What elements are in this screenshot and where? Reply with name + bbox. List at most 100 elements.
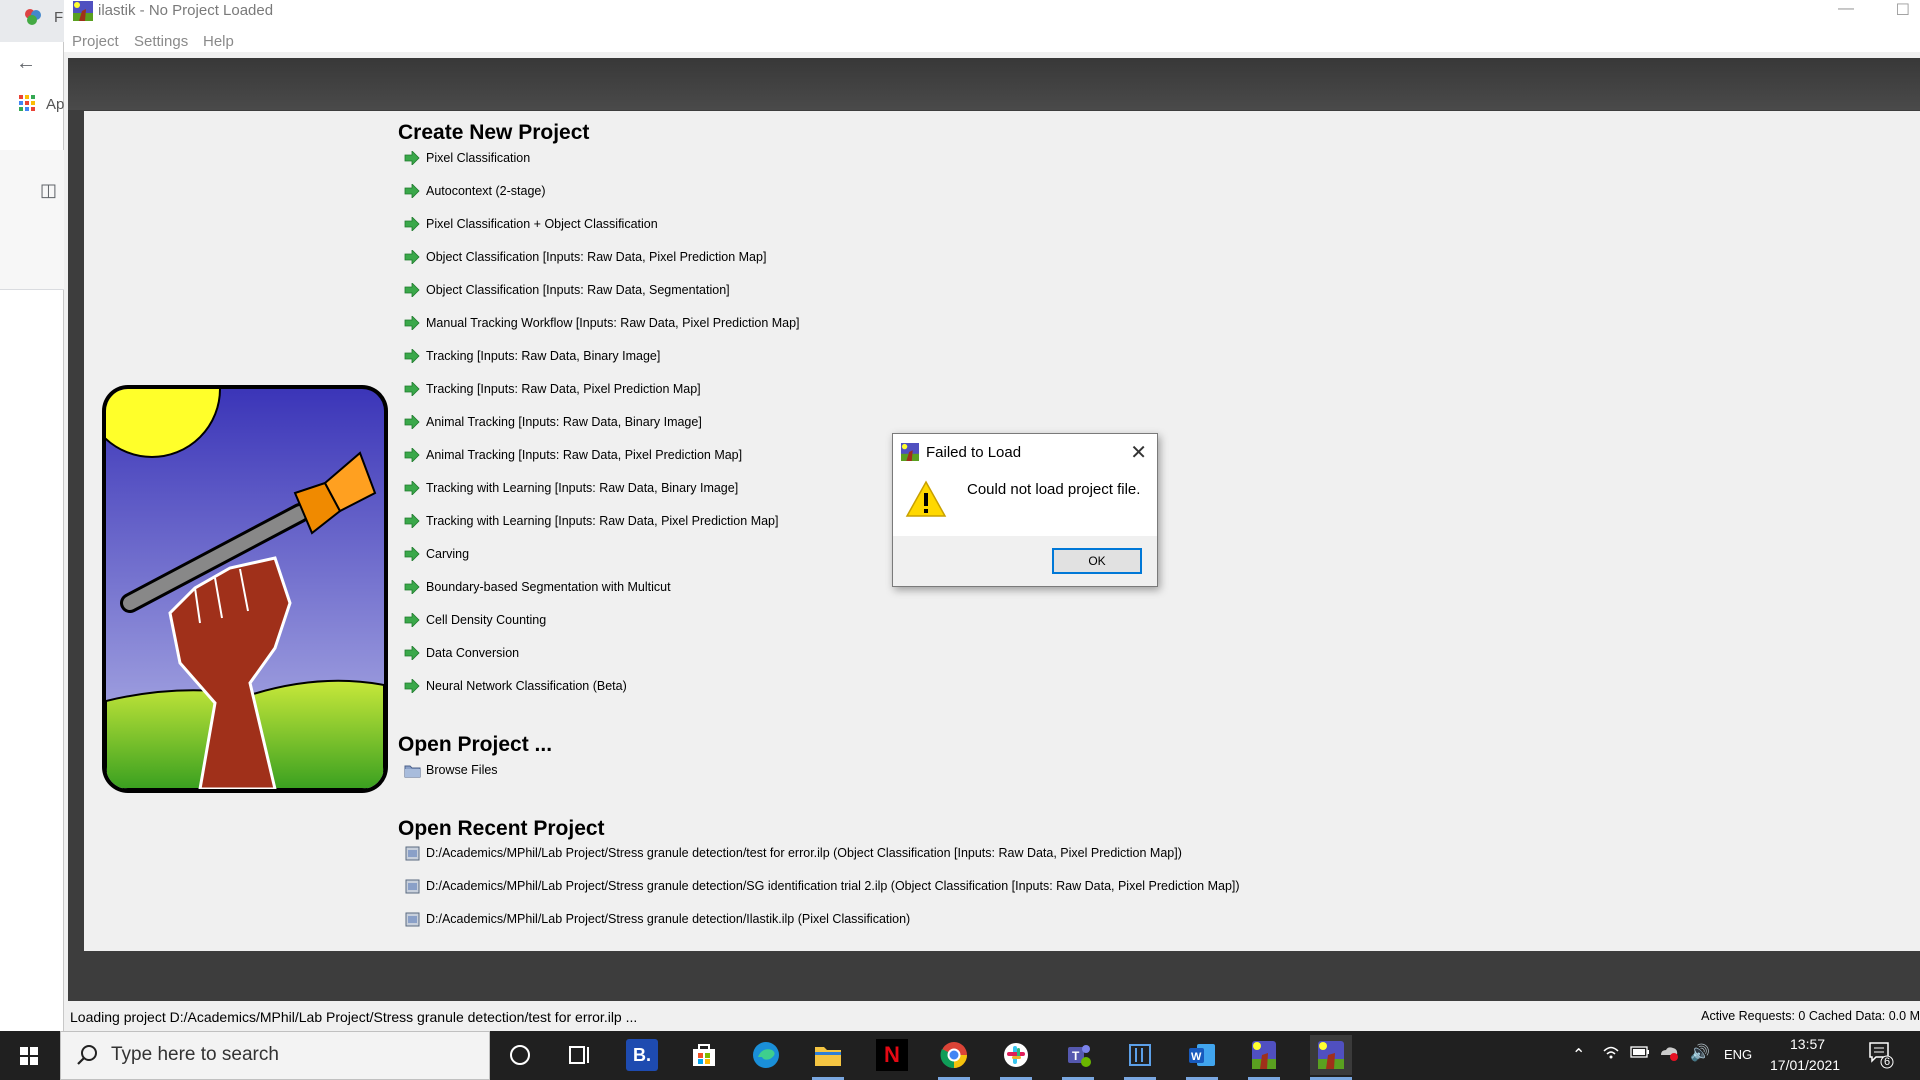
- workflow-item[interactable]: Animal Tracking [Inputs: Raw Data, Pixel…: [404, 446, 742, 464]
- browser-side-panel: [0, 150, 64, 290]
- workflow-label: Autocontext (2-stage): [426, 184, 546, 198]
- slack-icon[interactable]: [1000, 1039, 1032, 1071]
- workflow-label: Tracking with Learning [Inputs: Raw Data…: [426, 481, 739, 495]
- minimize-icon[interactable]: —: [1838, 0, 1854, 18]
- workflow-label: Tracking with Learning [Inputs: Raw Data…: [426, 514, 779, 528]
- background-browser: F ← Ap ◫: [0, 0, 64, 1031]
- recent-project-item[interactable]: D:/Academics/MPhil/Lab Project/Stress gr…: [404, 910, 910, 928]
- green-arrow-icon: [404, 283, 420, 297]
- project-file-icon: [405, 846, 420, 860]
- ok-button[interactable]: OK: [1052, 548, 1142, 574]
- workflow-item[interactable]: Tracking with Learning [Inputs: Raw Data…: [404, 479, 738, 497]
- volume-icon[interactable]: 🔊: [1690, 1043, 1710, 1063]
- windows-start-icon[interactable]: [0, 1031, 60, 1080]
- workflow-label: Animal Tracking [Inputs: Raw Data, Binar…: [426, 415, 702, 429]
- dialog-body: Could not load project file.: [893, 468, 1157, 536]
- wifi-icon[interactable]: [1602, 1043, 1620, 1064]
- workflow-item[interactable]: Pixel Classification + Object Classifica…: [404, 215, 658, 233]
- ilastik-taskbar-icon[interactable]: [1248, 1039, 1280, 1071]
- status-message: Loading project D:/Academics/MPhil/Lab P…: [70, 1009, 638, 1025]
- green-arrow-icon: [404, 184, 420, 198]
- recent-project-label: D:/Academics/MPhil/Lab Project/Stress gr…: [426, 846, 1182, 860]
- taskbar: Type here to search B. N T W ⌃ 🔊 ENG 13:…: [0, 1031, 1920, 1080]
- dialog-title: Failed to Load: [926, 444, 1022, 461]
- search-placeholder: Type here to search: [111, 1044, 279, 1065]
- show-hidden-icons-chevron-icon[interactable]: ⌃: [1572, 1045, 1585, 1065]
- browser-favicon-icon[interactable]: [24, 8, 42, 31]
- maximize-icon[interactable]: ☐: [1896, 0, 1910, 20]
- ilastik-app-icon: [901, 443, 919, 461]
- workflow-item[interactable]: Tracking [Inputs: Raw Data, Pixel Predic…: [404, 380, 701, 398]
- workflow-label: Cell Density Counting: [426, 613, 547, 627]
- recent-project-label: D:/Academics/MPhil/Lab Project/Stress gr…: [426, 879, 1240, 893]
- onedrive-icon[interactable]: [1658, 1043, 1680, 1064]
- workflow-item[interactable]: Pixel Classification: [404, 149, 530, 167]
- file-explorer-icon[interactable]: [812, 1039, 844, 1071]
- menu-settings[interactable]: Settings: [134, 33, 188, 50]
- reading-list-icon[interactable]: ◫: [40, 180, 57, 201]
- back-arrow-icon[interactable]: ←: [16, 52, 36, 75]
- svg-text:T: T: [1072, 1049, 1080, 1063]
- edge-icon[interactable]: [750, 1039, 782, 1071]
- project-file-icon: [405, 912, 420, 926]
- workflow-item[interactable]: Manual Tracking Workflow [Inputs: Raw Da…: [404, 314, 800, 332]
- workflow-item[interactable]: Autocontext (2-stage): [404, 182, 546, 200]
- recent-project-item[interactable]: D:/Academics/MPhil/Lab Project/Stress gr…: [404, 877, 1240, 895]
- chrome-icon[interactable]: [938, 1039, 970, 1071]
- workflow-item[interactable]: Data Conversion: [404, 644, 519, 662]
- word-icon[interactable]: W: [1186, 1039, 1218, 1071]
- booking-icon[interactable]: B.: [626, 1039, 658, 1071]
- browse-files-item[interactable]: Browse Files: [404, 761, 498, 779]
- recent-project-label: D:/Academics/MPhil/Lab Project/Stress gr…: [426, 912, 911, 926]
- netflix-icon[interactable]: N: [876, 1039, 908, 1071]
- workflow-item[interactable]: Object Classification [Inputs: Raw Data,…: [404, 248, 766, 266]
- workflow-item[interactable]: Object Classification [Inputs: Raw Data,…: [404, 281, 730, 299]
- search-icon: [77, 1045, 97, 1065]
- taskbar-search[interactable]: Type here to search: [60, 1031, 490, 1080]
- green-arrow-icon: [404, 448, 420, 462]
- clock-time[interactable]: 13:57: [1790, 1036, 1825, 1052]
- menu-project[interactable]: Project: [72, 33, 119, 50]
- workflow-label: Manual Tracking Workflow [Inputs: Raw Da…: [426, 316, 800, 330]
- workflow-item[interactable]: Neural Network Classification (Beta): [404, 677, 627, 695]
- ilastik-active-taskbar-icon[interactable]: [1310, 1035, 1352, 1075]
- green-arrow-icon: [404, 415, 420, 429]
- teams-icon[interactable]: T: [1062, 1039, 1094, 1071]
- task-view-icon[interactable]: [564, 1039, 596, 1071]
- workflow-item[interactable]: Tracking with Learning [Inputs: Raw Data…: [404, 512, 778, 530]
- failed-to-load-dialog: Failed to Load ✕ Could not load project …: [892, 433, 1158, 587]
- green-arrow-icon: [404, 514, 420, 528]
- create-new-project-heading: Create New Project: [398, 121, 590, 144]
- ilastik-logo: [102, 385, 388, 793]
- workflow-item[interactable]: Boundary-based Segmentation with Multicu…: [404, 578, 671, 596]
- language-indicator[interactable]: ENG: [1724, 1047, 1752, 1062]
- menu-bar: Project Settings Help: [64, 22, 1920, 52]
- store-icon[interactable]: [688, 1039, 720, 1071]
- battery-icon[interactable]: [1630, 1045, 1650, 1061]
- notes-app-icon[interactable]: [1124, 1039, 1156, 1071]
- dialog-title-bar: Failed to Load ✕: [893, 434, 1157, 468]
- open-project-heading: Open Project ...: [398, 733, 553, 756]
- clock-date[interactable]: 17/01/2021: [1770, 1057, 1840, 1073]
- workflow-item[interactable]: Tracking [Inputs: Raw Data, Binary Image…: [404, 347, 660, 365]
- workflow-label: Neural Network Classification (Beta): [426, 679, 627, 693]
- workflow-label: Pixel Classification + Object Classifica…: [426, 217, 658, 231]
- svg-text:W: W: [1191, 1051, 1202, 1063]
- close-icon[interactable]: ✕: [1130, 440, 1147, 465]
- recent-project-item[interactable]: D:/Academics/MPhil/Lab Project/Stress gr…: [404, 844, 1182, 862]
- ilastik-app-icon: [73, 1, 93, 21]
- folder-icon: [404, 765, 421, 777]
- apps-label-fragment: Ap: [46, 96, 65, 113]
- apps-grid-icon[interactable]: [18, 94, 36, 118]
- warning-icon: [905, 480, 947, 517]
- cortana-icon[interactable]: [504, 1039, 536, 1071]
- workflow-item[interactable]: Animal Tracking [Inputs: Raw Data, Binar…: [404, 413, 702, 431]
- workflow-item[interactable]: Carving: [404, 545, 469, 563]
- workflow-label: Carving: [426, 547, 470, 561]
- workflow-label: Boundary-based Segmentation with Multicu…: [426, 580, 671, 594]
- workflow-label: Tracking [Inputs: Raw Data, Binary Image…: [426, 349, 661, 363]
- green-arrow-icon: [404, 679, 420, 693]
- green-arrow-icon: [404, 646, 420, 660]
- menu-help[interactable]: Help: [203, 33, 234, 50]
- workflow-item[interactable]: Cell Density Counting: [404, 611, 546, 629]
